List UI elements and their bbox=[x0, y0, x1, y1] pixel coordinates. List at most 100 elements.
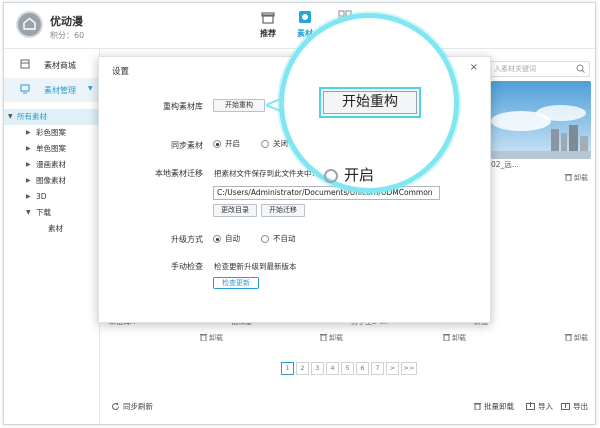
avatar[interactable] bbox=[16, 11, 43, 38]
tree-item[interactable]: ▶ 单色图案 bbox=[4, 141, 100, 157]
chevron-right-icon: ▶ bbox=[26, 161, 31, 168]
refresh-icon bbox=[111, 402, 120, 413]
chevron-down-icon: ▼ bbox=[88, 85, 93, 92]
sync-off-radio[interactable]: 关闭 bbox=[261, 138, 288, 149]
export-label: 导出 bbox=[573, 402, 588, 411]
tree-item-label: 下载 bbox=[36, 208, 51, 217]
tree-item-label: 图像素材 bbox=[36, 176, 66, 185]
radio-label: 自动 bbox=[225, 234, 240, 243]
material-name: 02_远... bbox=[491, 160, 519, 169]
start-migrate-button[interactable]: 开始迁移 bbox=[261, 204, 305, 217]
upgrade-auto-radio[interactable]: 自动 bbox=[213, 233, 240, 244]
uninstall-button[interactable]: 卸载 bbox=[320, 333, 343, 343]
material-thumbnail[interactable] bbox=[491, 81, 591, 159]
page-button[interactable]: 4 bbox=[326, 362, 339, 375]
local-migrate-label: 本地素材迁移 bbox=[155, 169, 203, 178]
trash-icon bbox=[474, 402, 481, 412]
sidebar-item-label: 素材商城 bbox=[44, 61, 76, 70]
radio-label: 开启 bbox=[225, 139, 240, 148]
page-button[interactable]: 2 bbox=[296, 362, 309, 375]
material-icon bbox=[299, 11, 311, 23]
material-tree: ▼ 所有素材 ▶ 彩色图案 ▶ 单色图案 ▶ 漫画素材 ▶ 图像素材 ▶ 3D bbox=[4, 109, 100, 237]
trash-icon bbox=[320, 333, 327, 343]
search-icon[interactable] bbox=[576, 64, 585, 73]
tree-item-label: 素材 bbox=[48, 224, 63, 233]
uninstall-label: 卸载 bbox=[574, 174, 588, 182]
next-page-button[interactable]: > bbox=[386, 362, 399, 375]
check-hint: 检查更新升级到最新版本 bbox=[214, 262, 297, 271]
radio-unselected-icon bbox=[324, 168, 338, 183]
uninstall-button[interactable]: 卸载 bbox=[565, 333, 588, 343]
tree-item[interactable]: ▼ 下载 bbox=[4, 205, 100, 221]
radio-selected-icon bbox=[213, 140, 221, 148]
check-update-button[interactable]: 检查更新 bbox=[213, 277, 259, 289]
page-button[interactable]: 5 bbox=[341, 362, 354, 375]
app-name: 优动漫 bbox=[50, 15, 83, 28]
upgrade-manual-radio[interactable]: 不自动 bbox=[261, 233, 296, 244]
uninstall-label: 卸载 bbox=[574, 334, 588, 342]
sync-on-radio[interactable]: 开启 bbox=[213, 138, 240, 149]
migrate-path-field[interactable]: C:/Users/Administrator/Documents/Unicorn… bbox=[213, 186, 440, 200]
export-button[interactable]: 导出 bbox=[561, 401, 588, 412]
page-button[interactable]: 6 bbox=[356, 362, 369, 375]
sidebar-item-manage[interactable]: 素材管理 ▼ bbox=[4, 78, 100, 102]
tab-recommend-label: 推荐 bbox=[260, 29, 276, 38]
sync-refresh-button[interactable]: 同步刷新 bbox=[111, 401, 153, 413]
import-button[interactable]: 导入 bbox=[526, 401, 553, 412]
uninstall-button[interactable]: 卸载 bbox=[200, 333, 223, 343]
tree-item-all[interactable]: ▼ 所有素材 bbox=[4, 109, 100, 125]
zoomed-start-rebuild-button: 开始重构 bbox=[319, 87, 421, 118]
tree-item-label: 单色图案 bbox=[36, 144, 66, 153]
chevron-right-icon: ▶ bbox=[26, 193, 31, 200]
chevron-right-icon: ▶ bbox=[26, 145, 31, 152]
trash-icon bbox=[565, 173, 572, 183]
sync-refresh-label: 同步刷新 bbox=[123, 402, 153, 411]
home-icon bbox=[23, 17, 36, 30]
uninstall-button[interactable]: 卸载 bbox=[443, 333, 466, 343]
search-input[interactable]: 入素材关键词 bbox=[487, 61, 590, 77]
tree-item[interactable]: ▶ 彩色图案 bbox=[4, 125, 100, 141]
close-icon[interactable]: × bbox=[470, 62, 478, 73]
app-window: 优动漫 积分：60 推荐 素材 素材商城 素材管理 ▼ ▼ 所有素材 ▶ 彩色图… bbox=[3, 2, 596, 425]
city-sky-thumbnail bbox=[491, 81, 591, 159]
trash-icon bbox=[565, 333, 572, 343]
migrate-hint: 把素材文件保存到此文件夹中： bbox=[214, 169, 319, 178]
export-icon bbox=[561, 402, 570, 412]
header: 优动漫 积分：60 推荐 素材 bbox=[4, 3, 595, 49]
tab-recommend[interactable]: 推荐 bbox=[254, 10, 282, 39]
footer-toolbar: 同步刷新 批量卸载 导入 导出 bbox=[101, 394, 595, 424]
page-button[interactable]: 7 bbox=[371, 362, 384, 375]
uninstall-button[interactable]: 卸载 bbox=[565, 173, 588, 183]
import-icon bbox=[526, 402, 535, 412]
last-page-button[interactable]: >> bbox=[401, 362, 417, 375]
radio-unselected-icon bbox=[261, 140, 269, 148]
manual-check-label: 手动检查 bbox=[171, 262, 203, 271]
tree-item-label: 彩色图案 bbox=[36, 128, 66, 137]
change-dir-button[interactable]: 更改目录 bbox=[213, 204, 257, 217]
uninstall-label: 卸载 bbox=[329, 334, 343, 342]
radio-label: 关闭 bbox=[273, 139, 288, 148]
batch-uninstall-button[interactable]: 批量卸载 bbox=[474, 401, 514, 412]
points-label: 积分：60 bbox=[50, 31, 85, 40]
trash-icon bbox=[443, 333, 450, 343]
search-placeholder: 入素材关键词 bbox=[494, 65, 536, 73]
tree-item[interactable]: ▶ 图像素材 bbox=[4, 173, 100, 189]
tree-item-label: 3D bbox=[36, 192, 47, 201]
uninstall-label: 卸载 bbox=[452, 334, 466, 342]
batch-uninstall-label: 批量卸载 bbox=[484, 402, 514, 411]
tree-item[interactable]: ▶ 3D bbox=[4, 189, 100, 205]
page-button[interactable]: 3 bbox=[311, 362, 324, 375]
radio-selected-icon bbox=[213, 235, 221, 243]
sidebar-item-store[interactable]: 素材商城 bbox=[4, 53, 100, 77]
page-button[interactable]: 1 bbox=[281, 362, 294, 375]
store-icon bbox=[20, 59, 30, 69]
start-rebuild-button[interactable]: 开始重构 bbox=[213, 99, 265, 112]
tree-item[interactable]: ▶ 漫画素材 bbox=[4, 157, 100, 173]
rebuild-label: 重构素材库 bbox=[163, 102, 203, 111]
tree-item-label: 所有素材 bbox=[17, 112, 47, 121]
monitor-icon bbox=[20, 84, 30, 94]
chevron-down-icon: ▼ bbox=[8, 113, 13, 120]
tree-item[interactable]: 素材 bbox=[4, 221, 100, 237]
tree-item-label: 漫画素材 bbox=[36, 160, 66, 169]
gift-box-icon bbox=[261, 12, 275, 24]
